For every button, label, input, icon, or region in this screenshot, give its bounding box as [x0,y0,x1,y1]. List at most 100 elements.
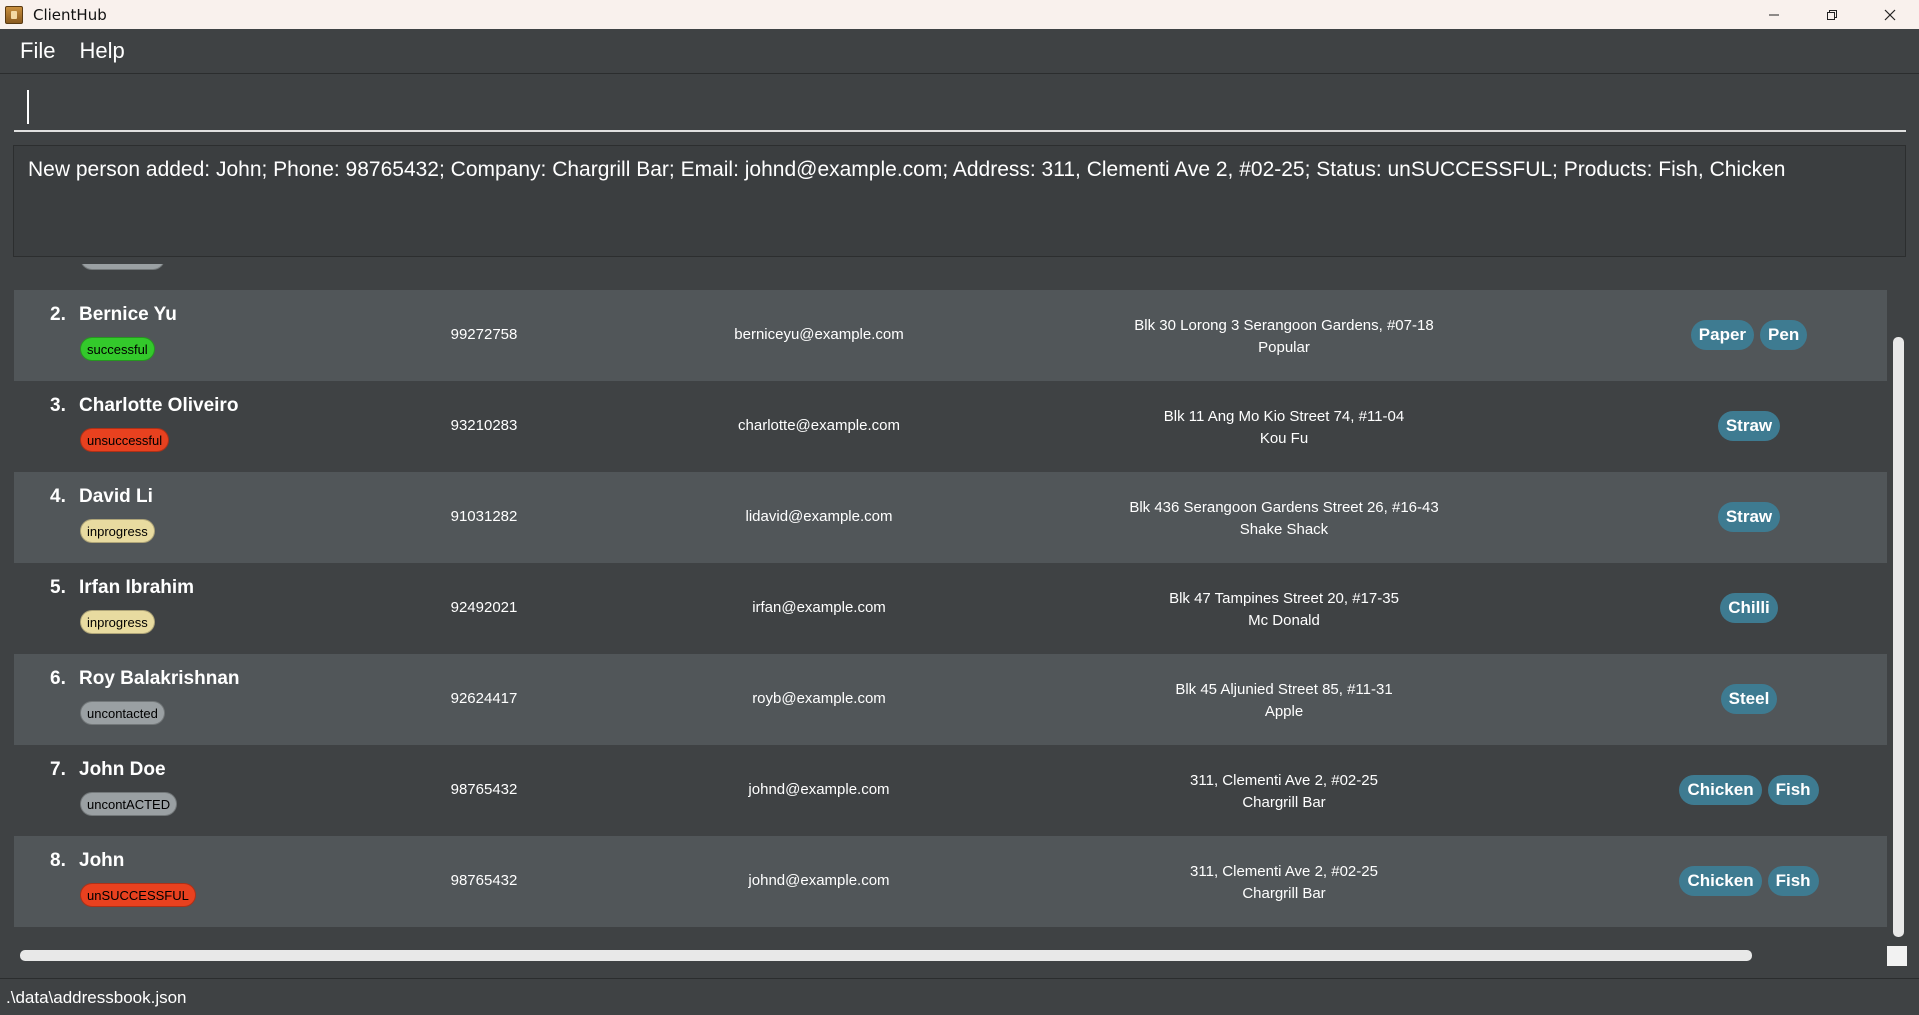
person-phone: 93210283 [450,417,518,434]
horizontal-scrollbar-thumb[interactable] [20,950,1752,961]
product-tag: Chilli [1720,593,1778,623]
product-tag: Straw [1717,502,1781,532]
person-address-block: Blk 47 Tampines Street 20, #17-35 Mc Dona… [1064,588,1504,632]
person-phone: 99272758 [450,326,518,343]
product-tags: Straw [1614,502,1884,532]
product-tag: Fish [1767,866,1819,896]
person-card[interactable]: 2. Bernice Yu successful 99272758 berniceyu@… [14,290,1887,381]
person-address-block: Blk 30 Lorong 3 Serangoon Gardens, #07-1… [1064,315,1504,359]
person-name-text: John [79,850,125,871]
command-area [0,74,1919,138]
window-controls [1745,0,1919,29]
person-company: Kou Fu [1259,430,1309,447]
person-name-text: David Li [79,486,153,507]
person-email: johnd@example.com [748,781,890,798]
person-address: Blk 47 Tampines Street 20, #17-35 [1169,590,1399,607]
person-company: Popular [1258,339,1310,356]
status-badge: uncontacted [80,264,165,270]
person-name: 2. Bernice Yu [50,304,177,326]
product-tags: Chilli [1614,593,1884,623]
person-phone: 98765432 [450,781,518,798]
product-tag: Steel [1720,684,1778,714]
save-location: .\data\addressbook.json [6,988,187,1007]
person-name-text: John Doe [79,759,166,780]
person-card[interactable]: 4. David Li inprogress 91031282 lidavid@exam… [14,472,1887,563]
product-tags: Chicken Fish [1614,866,1884,896]
person-card[interactable]: 5. Irfan Ibrahim inprogress 92492021 irfan@e… [14,563,1887,654]
person-address: Blk 30 Lorong 3 Serangoon Gardens, #07-1… [1134,317,1434,334]
status-badge: inprogress [80,519,155,543]
status-badge: uncontacted [80,701,165,725]
status-badge: successful [80,337,155,361]
person-company: Shake Shack [1239,521,1329,538]
person-list[interactable]: uncontactedKopitiam 2. Bernice Yu successfu… [0,264,1919,978]
product-tags: Chicken Fish [1614,775,1884,805]
product-tag: Paper [1690,320,1755,350]
menu-help[interactable]: Help [67,38,136,64]
person-address: 311, Clementi Ave 2, #02-25 [1190,772,1378,789]
person-email: charlotte@example.com [738,417,900,434]
person-address: 311, Clementi Ave 2, #02-25 [1190,863,1378,880]
product-tag: Straw [1717,411,1781,441]
scrollbar-corner [1887,946,1907,966]
window-title: ClientHub [33,5,107,24]
product-tag: Fish [1767,775,1819,805]
person-phone: 98765432 [450,872,518,889]
person-index: 7. [50,759,66,780]
product-tags: Paper Pen [1614,320,1884,350]
status-badge: unsuccessful [80,428,170,452]
person-company: Chargrill Bar [1242,794,1326,811]
person-company: Apple [1264,703,1304,720]
person-company: Chargrill Bar [1242,885,1326,902]
product-tags: Steel [1614,684,1884,714]
status-badge: uncontACTED [80,792,178,816]
person-name-text: Irfan Ibrahim [79,577,195,598]
person-company: Mc Donald [1248,612,1320,629]
command-input[interactable] [14,82,1906,132]
menu-file[interactable]: File [8,38,67,64]
person-phone: 92492021 [450,599,518,616]
person-card[interactable]: 8. John unSUCCESSFUL 98765432 johnd@example.… [14,836,1887,927]
person-name-text: Bernice Yu [79,304,177,325]
person-email: johnd@example.com [748,872,890,889]
person-address: Blk 436 Serangoon Gardens Street 26, #16… [1129,499,1439,516]
person-address-block: 311, Clementi Ave 2, #02-25 Chargrill Bar [1064,861,1504,905]
person-name: 8. John [50,850,124,872]
app-logo-icon [5,5,23,24]
title-bar: ClientHub [0,0,1919,29]
person-index: 8. [50,850,66,871]
person-name: 6. Roy Balakrishnan [50,668,240,690]
person-address-block: Blk 11 Ang Mo Kio Street 74, #11-04 Kou F… [1064,406,1504,450]
restore-icon[interactable] [1803,0,1861,29]
status-bar: .\data\addressbook.json [0,978,1919,1015]
person-card[interactable]: 6. Roy Balakrishnan uncontacted 92624417 roy… [14,654,1887,745]
person-index: 4. [50,486,66,507]
person-index: 3. [50,395,66,416]
vertical-scrollbar-thumb[interactable] [1893,337,1904,937]
result-message: New person added: John; Phone: 98765432;… [28,158,1786,181]
status-badge: inprogress [80,610,155,634]
person-address-block: Blk 45 Aljunied Street 85, #11-31 Apple [1064,679,1504,723]
text-cursor [27,90,29,124]
result-display: New person added: John; Phone: 98765432;… [13,145,1906,257]
menu-bar: File Help [0,29,1919,74]
person-name: 3. Charlotte Oliveiro [50,395,238,417]
person-card[interactable]: 7. John Doe uncontACTED 98765432 johnd@examp… [14,745,1887,836]
person-email: lidavid@example.com [745,508,893,525]
person-address: Blk 11 Ang Mo Kio Street 74, #11-04 [1163,408,1405,425]
status-badge: unSUCCESSFUL [80,883,196,907]
person-index: 6. [50,668,66,689]
person-name-text: Charlotte Oliveiro [79,395,239,416]
person-phone: 92624417 [450,690,518,707]
close-icon[interactable] [1861,0,1919,29]
person-address: Blk 45 Aljunied Street 85, #11-31 [1175,681,1393,698]
person-name: 7. John Doe [50,759,166,781]
person-email: berniceyu@example.com [734,326,904,343]
product-tag: Pen [1760,320,1808,350]
person-card[interactable]: 3. Charlotte Oliveiro unsuccessful 93210283… [14,381,1887,472]
person-card[interactable]: uncontactedKopitiam [14,264,1887,290]
product-tag: Chicken [1679,775,1762,805]
person-name: 5. Irfan Ibrahim [50,577,194,599]
minimize-icon[interactable] [1745,0,1803,29]
person-name-text: Roy Balakrishnan [79,668,240,689]
